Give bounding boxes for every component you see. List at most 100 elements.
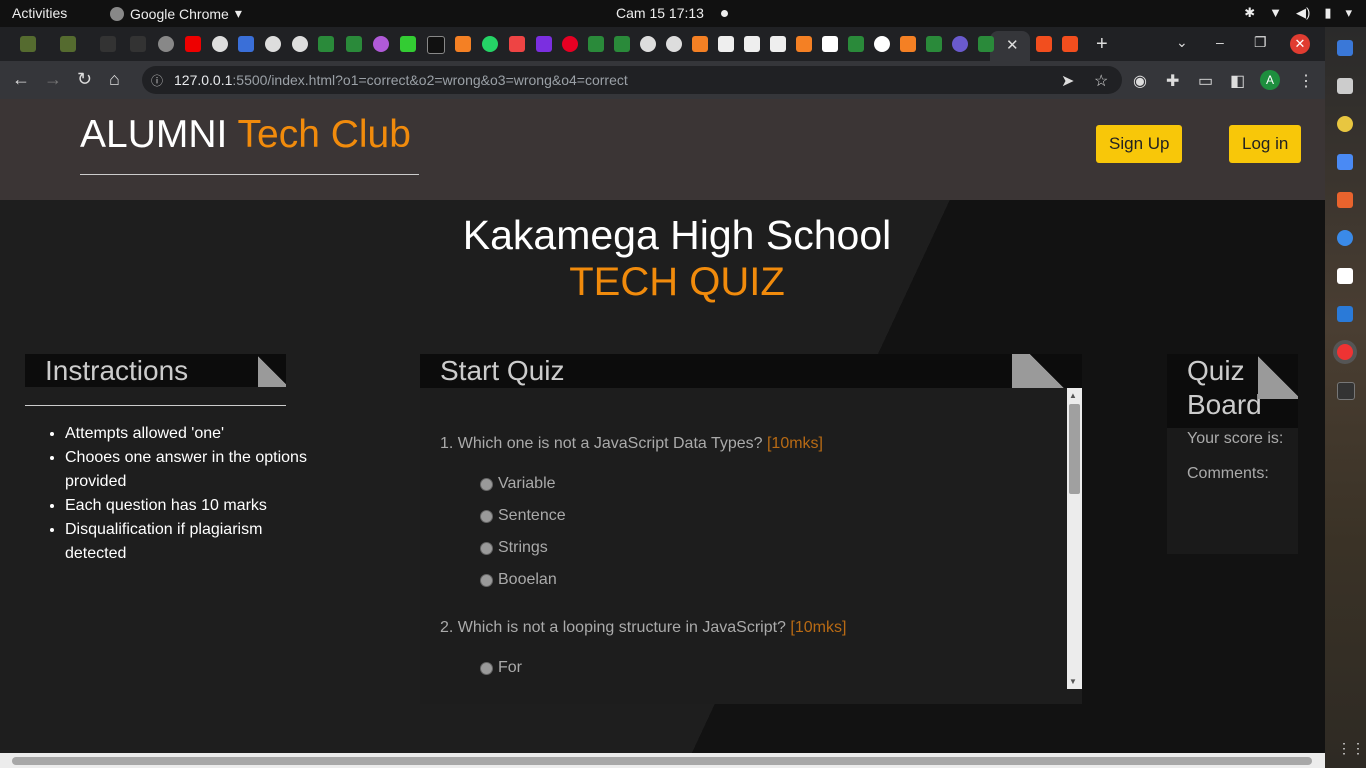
dock-docs-icon[interactable] xyxy=(1337,154,1353,170)
tab-favicon-w-icon[interactable] xyxy=(848,36,864,52)
tab-favicon-pinterest-icon[interactable] xyxy=(562,36,578,52)
tab-favicon-w-icon[interactable] xyxy=(978,36,994,52)
chrome-icon xyxy=(110,6,124,21)
radio-button[interactable] xyxy=(480,541,493,555)
option-label: Variable xyxy=(498,475,556,492)
show-apps-grid-icon[interactable]: ⋮⋮ xyxy=(1337,740,1365,757)
tab-favicon-w-icon[interactable] xyxy=(926,36,942,52)
power-menu-icon[interactable]: ▾ xyxy=(1345,5,1352,21)
maximize-icon[interactable]: ❐ xyxy=(1254,34,1267,51)
instructions-divider xyxy=(25,405,286,406)
dock-slack-icon[interactable] xyxy=(1337,268,1353,284)
option-q1-1[interactable]: Variable xyxy=(480,475,556,493)
brand-accent: Tech Club xyxy=(237,113,411,156)
dock-terminal-icon[interactable] xyxy=(1337,382,1355,400)
clock[interactable]: Cam 15 17:13 xyxy=(616,5,704,21)
tab-favicon-medium-icon[interactable] xyxy=(427,36,445,54)
tab-favicon-tree-icon[interactable] xyxy=(60,36,76,52)
url-text[interactable]: 127.0.0.1:5500/index.html?o1=correct&o2=… xyxy=(174,72,628,88)
tab-search-chevron-icon[interactable]: ⌄ xyxy=(1176,34,1188,51)
minimize-icon[interactable]: – xyxy=(1216,34,1224,50)
tab-favicon-w-icon[interactable] xyxy=(614,36,630,52)
menu-kebab-icon[interactable]: ⋮ xyxy=(1298,71,1314,91)
tab-favicon-site-icon[interactable] xyxy=(400,36,416,52)
send-icon[interactable]: ➤ xyxy=(1061,71,1074,91)
tab-favicon-site-icon[interactable] xyxy=(238,36,254,52)
radio-button[interactable] xyxy=(480,661,493,675)
tab-favicon-site-icon[interactable] xyxy=(212,36,228,52)
active-tab[interactable]: ✕ xyxy=(990,31,1030,61)
site-brand[interactable]: ALUMNI Tech Club xyxy=(80,113,411,157)
dock-rhythmbox-icon[interactable] xyxy=(1337,116,1353,132)
site-info-icon[interactable]: ⓘ xyxy=(151,72,163,89)
scroll-down-icon[interactable]: ▼ xyxy=(1069,677,1077,686)
login-button[interactable]: Log in xyxy=(1229,125,1302,163)
tab-favicon-github-icon[interactable] xyxy=(100,36,116,52)
tab-favicon-tree-icon[interactable] xyxy=(20,36,36,52)
back-icon[interactable]: ← xyxy=(12,69,30,90)
reload-icon[interactable]: ↻ xyxy=(77,69,92,90)
quiz-scrollbar-thumb[interactable] xyxy=(1069,404,1080,494)
app-menu[interactable]: Google Chrome ▾ xyxy=(110,5,242,22)
forward-icon[interactable]: → xyxy=(44,69,62,90)
tab-favicon-codepen-icon[interactable] xyxy=(770,36,786,52)
tab-favicon-stackoverflow-icon[interactable] xyxy=(900,36,916,52)
dock-vscode-icon[interactable] xyxy=(1337,306,1353,322)
dock-help-icon[interactable] xyxy=(1337,230,1353,246)
option-q1-4[interactable]: Booelan xyxy=(480,571,557,589)
tab-favicon-play-icon[interactable] xyxy=(373,36,389,52)
slack-tray-icon[interactable]: ✱ xyxy=(1244,5,1255,21)
tab-favicon-site-icon[interactable] xyxy=(265,36,281,52)
activities-button[interactable]: Activities xyxy=(12,5,67,21)
tab-favicon-w-icon[interactable] xyxy=(588,36,604,52)
dock-app-icon[interactable] xyxy=(1337,78,1353,94)
tab-favicon-github-icon[interactable] xyxy=(130,36,146,52)
tab-favicon-site-icon[interactable] xyxy=(952,36,968,52)
tab-favicon-figma-icon[interactable] xyxy=(1062,36,1078,52)
page-horizontal-scrollbar-thumb[interactable] xyxy=(12,757,1312,765)
dock-software-icon[interactable] xyxy=(1337,192,1353,208)
signup-button[interactable]: Sign Up xyxy=(1096,125,1183,163)
new-tab-icon[interactable]: + xyxy=(1096,33,1108,56)
dock-files-icon[interactable] xyxy=(1337,40,1353,56)
extension-icon[interactable]: ◉ xyxy=(1133,71,1147,91)
tab-favicon-site-icon[interactable] xyxy=(640,36,656,52)
system-tray[interactable]: ✱ ▼ ◀) ▮ ▾ xyxy=(1244,5,1352,21)
tab-favicon-codepen-icon[interactable] xyxy=(744,36,760,52)
tab-favicon-google-icon[interactable] xyxy=(874,36,890,52)
tab-favicon-codepen-icon[interactable] xyxy=(718,36,734,52)
home-icon[interactable]: ⌂ xyxy=(109,69,120,90)
tab-favicon-w-icon[interactable] xyxy=(318,36,334,52)
scroll-up-icon[interactable]: ▲ xyxy=(1069,391,1077,400)
tab-favicon-globe-icon[interactable] xyxy=(158,36,174,52)
option-q1-3[interactable]: Strings xyxy=(480,539,548,557)
option-q1-2[interactable]: Sentence xyxy=(480,507,566,525)
tab-favicon-site-icon[interactable] xyxy=(292,36,308,52)
radio-button[interactable] xyxy=(480,573,493,587)
close-window-icon[interactable]: ✕ xyxy=(1290,34,1310,54)
puzzle-icon[interactable]: ✚ xyxy=(1166,71,1179,91)
tab-favicon-site-icon[interactable] xyxy=(666,36,682,52)
dock-chrome-icon[interactable] xyxy=(1337,344,1353,360)
tab-favicon-stackoverflow-icon[interactable] xyxy=(455,36,471,52)
option-label: For xyxy=(498,659,522,676)
tab-favicon-list-icon[interactable] xyxy=(536,36,552,52)
instructions-list: Attempts allowed 'one' Chooes one answer… xyxy=(25,422,325,566)
tab-favicon-figma-icon[interactable] xyxy=(1036,36,1052,52)
option-q2-1[interactable]: For xyxy=(480,659,522,677)
profile-avatar[interactable]: A xyxy=(1260,70,1280,90)
tab-favicon-medium-icon[interactable] xyxy=(822,36,838,52)
bookmark-star-icon[interactable]: ☆ xyxy=(1094,71,1108,91)
tab-favicon-stackoverflow-icon[interactable] xyxy=(692,36,708,52)
tab-favicon-stackoverflow-icon[interactable] xyxy=(796,36,812,52)
tab-favicon-meet-icon[interactable] xyxy=(509,36,525,52)
close-tab-icon[interactable]: ✕ xyxy=(1006,36,1019,54)
radio-button[interactable] xyxy=(480,509,493,523)
side-panel-icon[interactable]: ◧ xyxy=(1230,71,1245,91)
tab-favicon-w-icon[interactable] xyxy=(346,36,362,52)
list-item: Disqualification if plagiarism detected xyxy=(65,518,325,566)
tab-favicon-youtube-icon[interactable] xyxy=(185,36,201,52)
cast-icon[interactable]: ▭ xyxy=(1198,71,1213,91)
tab-favicon-whatsapp-icon[interactable] xyxy=(482,36,498,52)
radio-button[interactable] xyxy=(480,477,493,491)
